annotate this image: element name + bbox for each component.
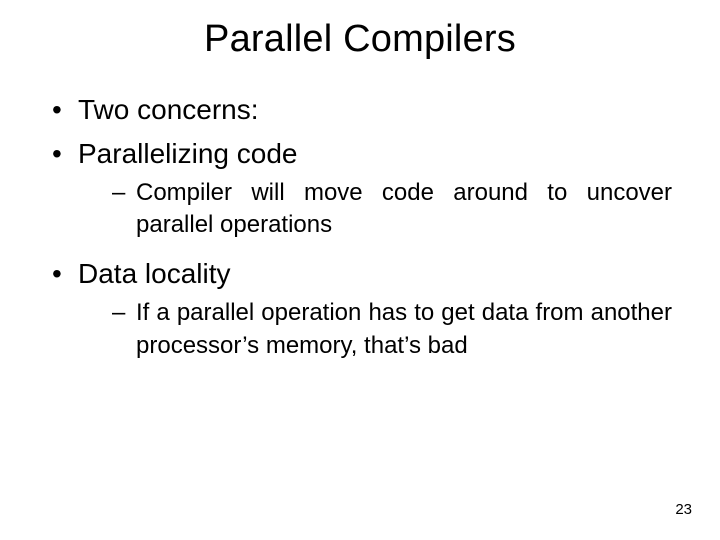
bullet-list: Two concerns: Parallelizing code Compile…: [0, 91, 720, 362]
sub-bullet-list: If a parallel operation has to get data …: [78, 297, 672, 362]
sub-bullet-text: Compiler will move code around to uncove…: [136, 179, 672, 238]
sub-bullet-text: If a parallel operation has to get data …: [136, 299, 672, 358]
bullet-text: Data locality: [78, 258, 231, 289]
sub-bullet-compiler-move-code: Compiler will move code around to uncove…: [112, 177, 672, 242]
bullet-text: Parallelizing code: [78, 138, 297, 169]
sub-bullet-parallel-operation-memory: If a parallel operation has to get data …: [112, 297, 672, 362]
sub-bullet-list: Compiler will move code around to uncove…: [78, 177, 672, 242]
bullet-data-locality: Data locality If a parallel operation ha…: [48, 255, 672, 362]
slide: Parallel Compilers Two concerns: Paralle…: [0, 0, 720, 540]
slide-title: Parallel Compilers: [0, 0, 720, 61]
bullet-two-concerns: Two concerns:: [48, 91, 672, 129]
bullet-parallelizing-code: Parallelizing code Compiler will move co…: [48, 135, 672, 242]
bullet-text: Two concerns:: [78, 94, 259, 125]
page-number: 23: [675, 501, 692, 518]
